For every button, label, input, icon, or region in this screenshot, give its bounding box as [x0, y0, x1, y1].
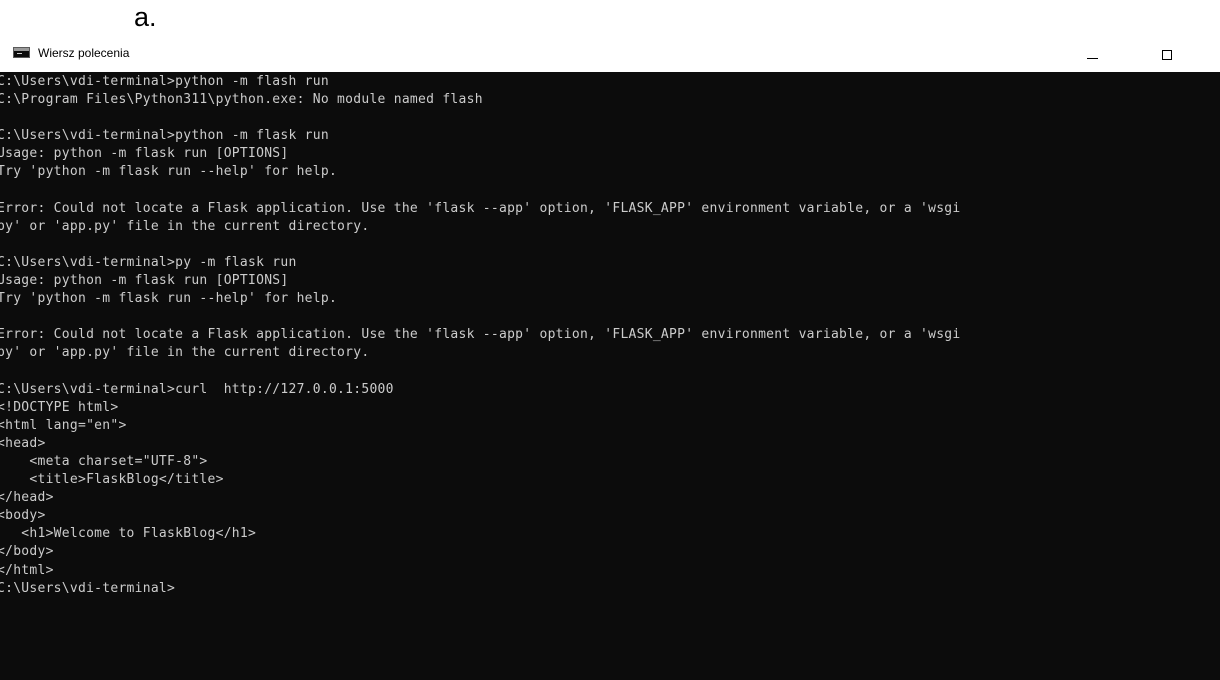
console-line: C:\Program Files\Python311\python.exe: N…	[0, 92, 483, 108]
figure-caption: a.	[134, 2, 157, 32]
console-line: Error: Could not locate a Flask applicat…	[0, 327, 961, 343]
console-line: Usage: python -m flask run [OPTIONS]	[0, 273, 289, 289]
window-titlebar[interactable]: Wiersz polecenia ✕	[0, 38, 1220, 72]
console-line: Try 'python -m flask run --help' for hel…	[0, 291, 338, 307]
console-line: Usage: python -m flask run [OPTIONS]	[0, 146, 289, 162]
console-line: <!DOCTYPE html>	[0, 399, 119, 415]
console-line: </body>	[0, 544, 54, 560]
console-line: <title>FlaskBlog</title>	[0, 472, 224, 488]
console-line: Try 'python -m flask run --help' for hel…	[0, 164, 338, 180]
console-line: py' or 'app.py' file in the current dire…	[0, 345, 370, 361]
minimize-button[interactable]	[1069, 38, 1115, 72]
maximize-icon	[1162, 50, 1172, 60]
console-line: C:\Users\vdi-terminal>python -m flask ru…	[0, 128, 329, 144]
console-line: C:\Users\vdi-terminal>	[0, 580, 176, 596]
console-text: C:\Users\vdi-terminal>python -m flash ru…	[0, 73, 961, 598]
console-line: C:\Users\vdi-terminal>py -m flask run	[0, 254, 297, 270]
console-line: <body>	[0, 508, 46, 524]
console-output-area[interactable]: C:\Users\vdi-terminal>python -m flash ru…	[0, 72, 1220, 680]
cmd-icon[interactable]	[13, 47, 30, 58]
window-title: Wiersz polecenia	[38, 46, 130, 60]
screenshot-page: a. Wiersz polecenia ✕ C:\Users\vdi-termi…	[0, 0, 1220, 680]
maximize-button[interactable]	[1144, 38, 1190, 72]
minimize-icon	[1086, 57, 1098, 59]
console-line: C:\Users\vdi-terminal>python -m flash ru…	[0, 74, 329, 89]
console-line: </head>	[0, 490, 54, 506]
console-line: </html>	[0, 562, 54, 578]
console-line: <html lang="en">	[0, 417, 127, 433]
close-button[interactable]: ✕	[1203, 38, 1220, 72]
console-line: py' or 'app.py' file in the current dire…	[0, 218, 370, 234]
console-line: <head>	[0, 435, 46, 451]
console-line: <h1>Welcome to FlaskBlog</h1>	[0, 526, 257, 542]
console-line: Error: Could not locate a Flask applicat…	[0, 200, 961, 216]
console-line: C:\Users\vdi-terminal>curl http://127.0.…	[0, 381, 394, 397]
console-line: <meta charset="UTF-8">	[0, 453, 208, 469]
